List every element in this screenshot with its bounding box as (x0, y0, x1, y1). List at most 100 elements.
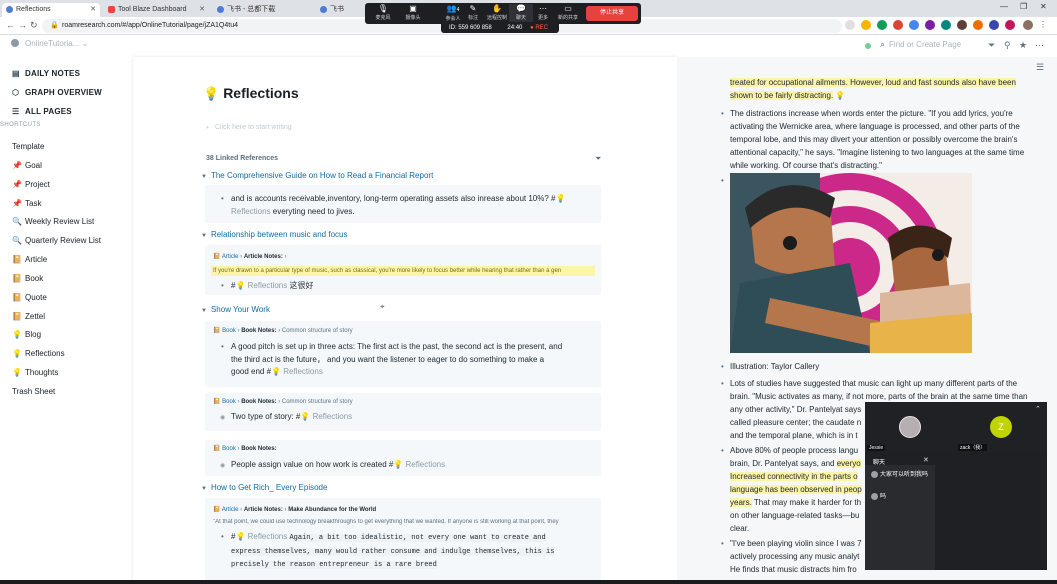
extension-icon[interactable] (941, 20, 951, 30)
extension-icon[interactable] (1005, 20, 1015, 30)
shortcut-zettel[interactable]: 📔 Zettel (12, 312, 45, 321)
reload-icon[interactable]: ↻ (30, 20, 38, 31)
caret-down-icon[interactable]: ▼ (201, 174, 207, 180)
caret-down-icon[interactable]: ▼ (201, 486, 207, 492)
shortcut-weekly-review-list[interactable]: 🔍 Weekly Review List (12, 217, 94, 226)
reference-block[interactable]: #💡 Reflections Again, a bit too idealist… (221, 531, 591, 572)
reference-block[interactable]: A good pitch is set up in three acts: Th… (221, 341, 596, 379)
star-icon[interactable]: ★ (1019, 40, 1027, 51)
camera-icon: ▣ (409, 4, 417, 13)
shortcut-quote[interactable]: 📔 Quote (12, 293, 47, 302)
extension-icon[interactable] (877, 20, 887, 30)
shortcut-blog[interactable]: 💡 Blog (12, 330, 41, 339)
browser-tab-feishu-download[interactable]: 飞书 - 总都下载 (213, 3, 313, 17)
tag-reflections[interactable]: 💡 Reflections (271, 367, 323, 376)
reference-block[interactable]: #💡 Reflections 这很好 (221, 280, 314, 293)
caret-down-icon[interactable]: ▼ (201, 233, 207, 239)
page-title[interactable]: 💡 Reflections (203, 85, 299, 102)
search-input[interactable]: ⌕ Find or Create Page (880, 39, 961, 50)
linked-references-count[interactable]: 38 Linked References (206, 155, 278, 162)
chat-button[interactable]: 💬 聊天 (509, 4, 533, 22)
shortcut-reflections[interactable]: 💡 Reflections (12, 349, 65, 358)
profile-avatar[interactable] (1023, 20, 1033, 30)
nav-daily-notes[interactable]: ▤ DAILY NOTES (12, 69, 80, 78)
reference-block[interactable]: and is accounts receivable,inventory, lo… (221, 193, 591, 218)
shortcut-article[interactable]: 📔 Article (12, 255, 47, 264)
stop-sharing-button[interactable]: 停止共享 (586, 6, 638, 21)
quote-block[interactable]: "At that point, we could use technology … (213, 519, 593, 525)
reference-block[interactable]: People assign value on how work is creat… (220, 459, 445, 472)
magnifier-icon: 🔍 (12, 236, 22, 245)
annotate-button[interactable]: ✎ 标注 (461, 4, 485, 22)
reference-page-link[interactable]: ▼ The Comprehensive Guide on How to Read … (201, 171, 433, 180)
shortcut-quarterly-review-list[interactable]: 🔍 Quarterly Review List (12, 236, 101, 245)
breadcrumb[interactable]: 📔 Article › Article Notes: › Make Abunda… (213, 506, 376, 513)
graph-icon[interactable]: ⚲ (1004, 40, 1011, 51)
close-tab-icon[interactable]: ✕ (199, 3, 205, 17)
more-button[interactable]: ⋯ 更多 (531, 4, 555, 22)
forward-icon[interactable]: → (18, 20, 27, 30)
close-tab-icon[interactable]: ✕ (90, 3, 96, 17)
tag-reflections[interactable]: 💡 Reflections (235, 281, 287, 290)
back-icon[interactable]: ← (6, 20, 15, 30)
extension-icon[interactable] (925, 20, 935, 30)
tag-reflections[interactable]: 💡 Reflections (235, 532, 287, 541)
shortcut-thoughts[interactable]: 💡 Thoughts (12, 368, 58, 377)
breadcrumb[interactable]: 📔 Book › Book Notes: › Common structure … (213, 327, 353, 334)
breadcrumb[interactable]: 📔 Book › Book Notes: › Common structure … (213, 398, 353, 405)
breadcrumb[interactable]: 📔 Book › Book Notes: (213, 445, 277, 452)
extension-icon[interactable] (957, 20, 967, 30)
tag-reflections[interactable]: 💡 Reflections (300, 412, 352, 421)
video-tile[interactable]: Z zack（我） (956, 402, 1047, 452)
minimize-window-icon[interactable]: — (1000, 2, 1008, 11)
article-block[interactable]: The distractions increase when words ent… (721, 107, 1047, 172)
article-block[interactable]: treated for occupational ailments. Howev… (730, 76, 1047, 102)
highlighted-block[interactable]: If you're drawn to a particular type of … (211, 266, 595, 276)
shortcut-goal[interactable]: 📌 Goal (12, 161, 42, 170)
illustration-image[interactable] (730, 173, 972, 353)
pin-icon: 📌 (12, 199, 22, 208)
maximize-window-icon[interactable]: ❐ (1020, 2, 1027, 11)
reference-block-group: 📔 Book › Book Notes: › Common structure … (205, 321, 601, 387)
browser-tab-reflections[interactable]: Reflections ✕ (2, 3, 100, 17)
tag-reflections[interactable]: 💡 Reflections (393, 460, 445, 469)
right-sidebar-menu-icon[interactable]: ☰ (1036, 62, 1044, 73)
empty-block-placeholder[interactable]: Click here to start writing (206, 123, 292, 132)
mic-button[interactable]: 🎙 麦克风 (371, 4, 395, 22)
star-icon[interactable] (845, 20, 855, 30)
filter-icon[interactable]: ⏷ (988, 40, 995, 51)
extension-icon[interactable] (973, 20, 983, 30)
browser-tab-tool-blaze[interactable]: Tool Blaze Dashboard ✕ (104, 3, 209, 17)
remote-control-button[interactable]: ✋ 远程控制 (485, 4, 509, 22)
caret-down-icon[interactable]: ▼ (201, 308, 207, 314)
shortcut-project[interactable]: 📌 Project (12, 180, 50, 189)
reference-page-link[interactable]: ▼ How to Get Rich_ Every Episode (201, 483, 327, 492)
shortcut-template[interactable]: Template (12, 142, 44, 151)
nav-all-pages[interactable]: ☰ ALL PAGES (12, 107, 72, 116)
close-chat-icon[interactable]: ✕ (923, 456, 929, 464)
breadcrumb[interactable]: 📔 Article › Article Notes: › (213, 253, 287, 260)
browser-menu-icon[interactable]: ⋮ (1039, 20, 1049, 30)
close-window-icon[interactable]: ✕ (1040, 2, 1047, 11)
chat-message-list[interactable]: 大家可以听到我吗 吗 (865, 465, 935, 570)
extension-icon[interactable] (893, 20, 903, 30)
extension-icon[interactable] (989, 20, 999, 30)
more-icon[interactable]: ⋯ (1035, 40, 1044, 51)
graph-switcher[interactable]: OnlineTutoria... ⌄ (11, 39, 88, 48)
new-share-button[interactable]: ▭ 新的共享 (556, 4, 580, 22)
browser-tab-feishu[interactable]: 飞书 (316, 3, 346, 17)
shortcut-book[interactable]: 📔 Book (12, 274, 43, 283)
shortcut-task[interactable]: 📌 Task (12, 199, 41, 208)
collapse-icon[interactable]: ⌃ (1035, 405, 1041, 413)
reference-page-link[interactable]: ▼ Show Your Work (201, 305, 270, 314)
extension-icon[interactable] (861, 20, 871, 30)
filter-icon[interactable]: ⏷ (595, 154, 601, 164)
illustration-caption[interactable]: Illustration: Taylor Callery (721, 360, 1047, 373)
reference-block[interactable]: Two type of story: #💡 Reflections (220, 411, 352, 424)
shortcut-trash-sheet[interactable]: Trash Sheet (12, 387, 55, 396)
nav-graph-overview[interactable]: ⬡ GRAPH OVERVIEW (12, 88, 102, 97)
reference-page-link[interactable]: ▼ Relationship between music and focus (201, 230, 347, 239)
video-tile[interactable]: Jessie (865, 402, 955, 452)
camera-button[interactable]: ▣ 摄像头 (401, 4, 425, 22)
extension-icon[interactable] (909, 20, 919, 30)
